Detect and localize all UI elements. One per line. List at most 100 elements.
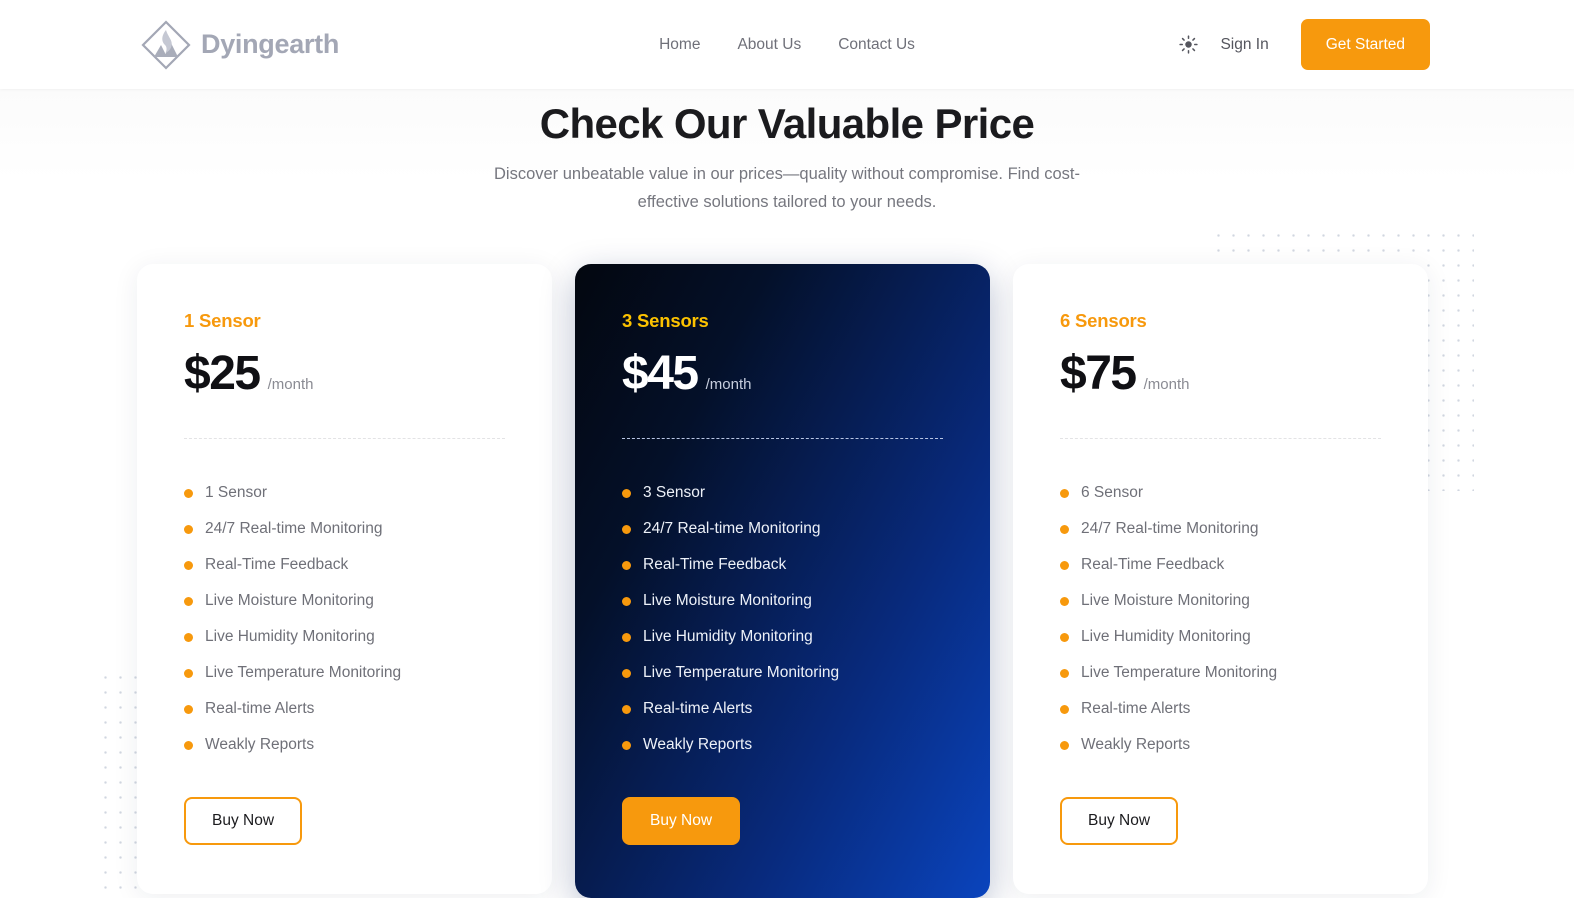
feature-label: Weakly Reports bbox=[1081, 736, 1191, 753]
feature-label: Live Humidity Monitoring bbox=[643, 628, 813, 645]
feature-label: Live Humidity Monitoring bbox=[1081, 628, 1251, 645]
feature-label: 24/7 Real-time Monitoring bbox=[1081, 520, 1259, 537]
bullet-dot-icon bbox=[622, 704, 631, 714]
feature-label: 3 Sensor bbox=[643, 484, 706, 501]
bullet-dot-icon bbox=[622, 668, 631, 678]
list-item: Real-Time Feedback bbox=[622, 547, 943, 583]
plan-period: /month bbox=[705, 376, 752, 393]
bullet-dot-icon bbox=[184, 668, 193, 678]
feature-label: Real-Time Feedback bbox=[1081, 556, 1225, 573]
bullet-dot-icon bbox=[184, 560, 193, 570]
list-item: Real-time Alerts bbox=[184, 691, 505, 727]
pricing-card-1-sensor[interactable]: 1 Sensor $25 /month 1 Sensor 24/7 Real-t… bbox=[137, 264, 552, 894]
list-item: Real-Time Feedback bbox=[184, 547, 505, 583]
list-item: Live Humidity Monitoring bbox=[184, 619, 505, 655]
plan-price: $75 bbox=[1060, 347, 1137, 400]
feature-list: 1 Sensor 24/7 Real-time Monitoring Real-… bbox=[184, 475, 505, 763]
bullet-dot-icon bbox=[622, 596, 631, 606]
bullet-dot-icon bbox=[184, 740, 193, 750]
list-item: Real-Time Feedback bbox=[1060, 547, 1381, 583]
list-item: Live Moisture Monitoring bbox=[1060, 583, 1381, 619]
sun-icon bbox=[1179, 35, 1198, 54]
list-item: Weakly Reports bbox=[184, 727, 505, 763]
list-item: 6 Sensor bbox=[1060, 475, 1381, 511]
bullet-dot-icon bbox=[184, 488, 193, 498]
feature-label: Live Moisture Monitoring bbox=[1081, 592, 1250, 609]
pricing-cards: 1 Sensor $25 /month 1 Sensor 24/7 Real-t… bbox=[137, 264, 1429, 898]
buy-now-button[interactable]: Buy Now bbox=[1060, 797, 1178, 845]
list-item: Live Humidity Monitoring bbox=[1060, 619, 1381, 655]
pricing-card-6-sensors[interactable]: 6 Sensors $75 /month 6 Sensor 24/7 Real-… bbox=[1013, 264, 1428, 894]
bullet-dot-icon bbox=[622, 632, 631, 642]
card-divider bbox=[184, 438, 505, 439]
feature-label: Real-Time Feedback bbox=[643, 556, 787, 573]
pricing-card-3-sensors[interactable]: 3 Sensors $45 /month 3 Sensor 24/7 Real-… bbox=[575, 264, 990, 898]
bullet-dot-icon bbox=[622, 524, 631, 534]
list-item: 3 Sensor bbox=[622, 475, 943, 511]
sign-in-link[interactable]: Sign In bbox=[1220, 36, 1268, 54]
list-item: Live Temperature Monitoring bbox=[1060, 655, 1381, 691]
nav-item-contact-us[interactable]: Contact Us bbox=[836, 32, 917, 58]
list-item: 24/7 Real-time Monitoring bbox=[1060, 511, 1381, 547]
feature-list: 6 Sensor 24/7 Real-time Monitoring Real-… bbox=[1060, 475, 1381, 763]
theme-toggle-button[interactable] bbox=[1169, 26, 1207, 64]
bullet-dot-icon bbox=[1060, 668, 1069, 678]
bullet-dot-icon bbox=[622, 488, 631, 498]
list-item: 24/7 Real-time Monitoring bbox=[622, 511, 943, 547]
list-item: Real-time Alerts bbox=[1060, 691, 1381, 727]
plan-name: 1 Sensor bbox=[184, 310, 261, 331]
feature-label: Live Humidity Monitoring bbox=[205, 628, 375, 645]
feature-label: Live Temperature Monitoring bbox=[205, 664, 402, 681]
list-item: Live Temperature Monitoring bbox=[622, 655, 943, 691]
bullet-dot-icon bbox=[622, 740, 631, 750]
feature-label: Weakly Reports bbox=[205, 736, 315, 753]
list-item: Live Moisture Monitoring bbox=[184, 583, 505, 619]
feature-label: Real-time Alerts bbox=[1081, 700, 1191, 717]
price-row: $25 /month bbox=[184, 346, 505, 401]
plan-name: 6 Sensors bbox=[1060, 310, 1147, 331]
bullet-dot-icon bbox=[1060, 704, 1069, 714]
price-row: $45 /month bbox=[622, 346, 943, 401]
plan-period: /month bbox=[267, 376, 314, 393]
bullet-dot-icon bbox=[184, 632, 193, 642]
plan-period: /month bbox=[1143, 376, 1190, 393]
buy-now-button[interactable]: Buy Now bbox=[184, 797, 302, 845]
list-item: 24/7 Real-time Monitoring bbox=[184, 511, 505, 547]
list-item: 1 Sensor bbox=[184, 475, 505, 511]
list-item: Live Moisture Monitoring bbox=[622, 583, 943, 619]
list-item: Real-time Alerts bbox=[622, 691, 943, 727]
bullet-dot-icon bbox=[1060, 740, 1069, 750]
get-started-button[interactable]: Get Started bbox=[1300, 19, 1430, 70]
buy-now-button[interactable]: Buy Now bbox=[622, 797, 740, 845]
nav-item-about-us[interactable]: About Us bbox=[735, 32, 803, 58]
bullet-dot-icon bbox=[1060, 488, 1069, 498]
list-item: Live Humidity Monitoring bbox=[622, 619, 943, 655]
card-divider bbox=[1060, 438, 1381, 439]
plan-name: 3 Sensors bbox=[622, 310, 709, 331]
list-item: Weakly Reports bbox=[1060, 727, 1381, 763]
card-divider bbox=[622, 438, 943, 439]
plan-price: $45 bbox=[622, 347, 699, 400]
feature-label: Live Temperature Monitoring bbox=[643, 664, 840, 681]
header-actions: Sign In Get Started bbox=[1169, 19, 1430, 70]
bullet-dot-icon bbox=[184, 596, 193, 606]
bullet-dot-icon bbox=[1060, 632, 1069, 642]
bullet-dot-icon bbox=[184, 524, 193, 534]
feature-label: Real-time Alerts bbox=[205, 700, 315, 717]
feature-label: Live Moisture Monitoring bbox=[643, 592, 812, 609]
feature-label: Live Moisture Monitoring bbox=[205, 592, 374, 609]
feature-label: 24/7 Real-time Monitoring bbox=[643, 520, 821, 537]
feature-label: 1 Sensor bbox=[205, 484, 268, 501]
bullet-dot-icon bbox=[1060, 560, 1069, 570]
bullet-dot-icon bbox=[1060, 524, 1069, 534]
nav-item-home[interactable]: Home bbox=[657, 32, 702, 58]
plan-price: $25 bbox=[184, 347, 261, 400]
bullet-dot-icon bbox=[184, 704, 193, 714]
bullet-dot-icon bbox=[622, 560, 631, 570]
feature-label: 6 Sensor bbox=[1081, 484, 1144, 501]
list-item: Live Temperature Monitoring bbox=[184, 655, 505, 691]
page-subtitle: Discover unbeatable value in our prices—… bbox=[493, 165, 1081, 211]
feature-label: Real-Time Feedback bbox=[205, 556, 349, 573]
feature-label: 24/7 Real-time Monitoring bbox=[205, 520, 383, 537]
feature-label: Weakly Reports bbox=[643, 736, 753, 753]
